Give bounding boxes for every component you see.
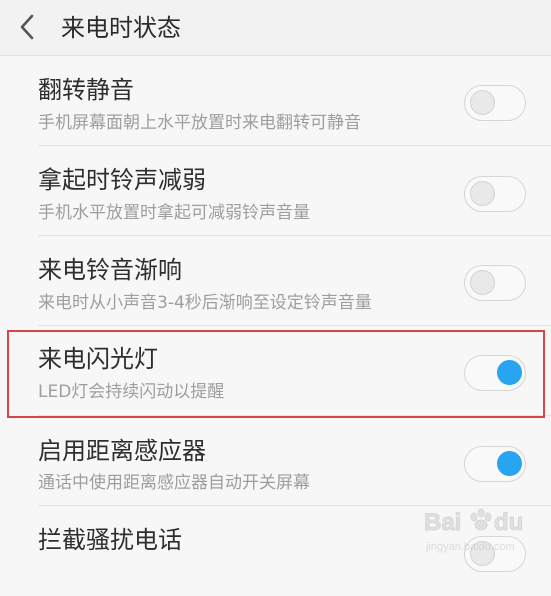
toggle-knob [470,541,495,566]
pickup-quiet-toggle[interactable] [464,176,526,212]
flip-mute-toggle[interactable] [464,85,526,121]
setting-title: 启用距离感应器 [38,437,206,465]
setting-row-flash-light[interactable]: 来电闪光灯 LED灯会持续闪动以提醒 [0,326,551,416]
back-button[interactable] [8,6,48,48]
toggle-knob [470,181,495,206]
ring-crescendo-toggle[interactable] [464,265,526,301]
toggle-knob [497,360,522,385]
block-spam-toggle[interactable] [464,536,526,572]
setting-subtitle: LED灯会持续闪动以提醒 [38,382,225,402]
setting-title: 翻转静音 [38,76,134,104]
setting-row-pickup-quiet[interactable]: 拿起时铃声减弱 手机水平放置时拿起可减弱铃声音量 [0,146,551,236]
page-title: 来电时状态 [61,14,181,42]
setting-subtitle: 通话中使用距离感应器自动开关屏幕 [38,473,310,493]
setting-subtitle: 手机水平放置时拿起可减弱铃声音量 [38,203,310,223]
toggle-knob [470,270,495,295]
setting-title: 来电闪光灯 [38,345,158,373]
flash-light-toggle[interactable] [464,355,526,391]
proximity-sensor-toggle[interactable] [464,446,526,482]
setting-row-proximity-sensor[interactable]: 启用距离感应器 通话中使用距离感应器自动开关屏幕 [0,416,551,506]
setting-row-flip-mute[interactable]: 翻转静音 手机屏幕面朝上水平放置时来电翻转可静音 [0,56,551,146]
setting-row-ring-crescendo[interactable]: 来电铃音渐响 来电时从小声音3-4秒后渐响至设定铃声音量 [0,236,551,326]
toggle-knob [470,90,495,115]
setting-subtitle: 来电时从小声音3-4秒后渐响至设定铃声音量 [38,293,372,313]
setting-title: 拿起时铃声减弱 [38,166,206,194]
setting-title: 拦截骚扰电话 [38,526,182,554]
chevron-left-icon [20,14,34,40]
app-header: 来电时状态 [0,0,551,56]
setting-row-block-spam[interactable]: 拦截骚扰电话 [0,506,551,596]
setting-title: 来电铃音渐响 [38,256,182,284]
setting-subtitle: 手机屏幕面朝上水平放置时来电翻转可静音 [38,113,361,133]
toggle-knob [497,451,522,476]
